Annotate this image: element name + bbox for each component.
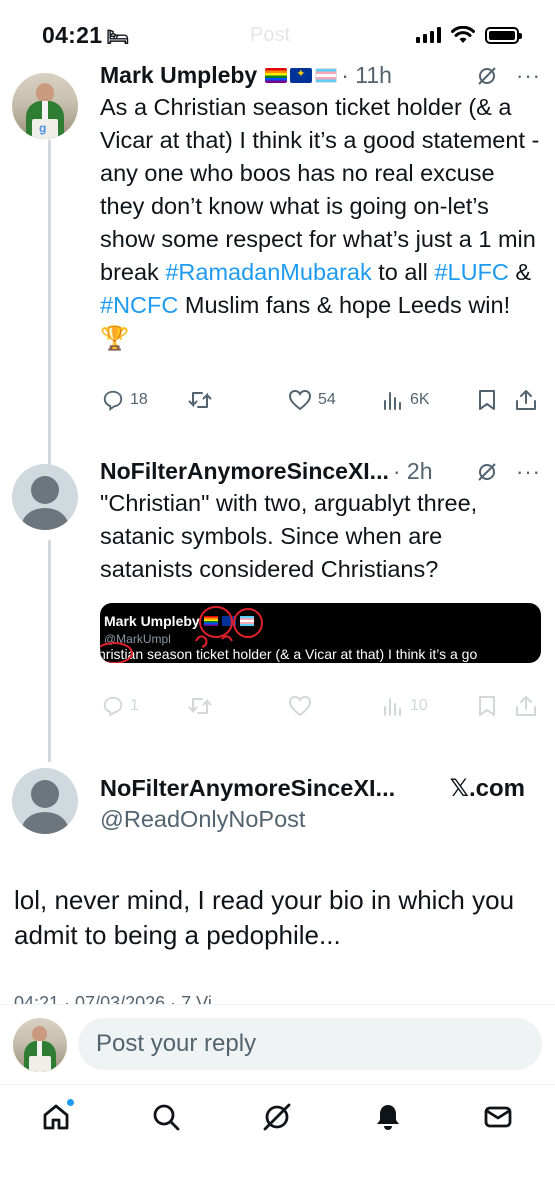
views-button[interactable]: 10	[382, 695, 428, 717]
heart-icon	[288, 695, 312, 717]
battery-icon	[485, 26, 522, 44]
repost-icon	[188, 392, 212, 408]
bookmark-button[interactable]	[476, 389, 498, 411]
hashtag-link[interactable]: #NCFC	[100, 292, 178, 318]
more-options-icon[interactable]: ···	[516, 460, 541, 483]
new-content-dot	[67, 1099, 74, 1106]
tab-grok[interactable]	[255, 1099, 299, 1135]
main-post-text: lol, never mind, I read your bio in whic…	[14, 885, 515, 950]
author-name[interactable]: Mark Umpleby	[100, 62, 257, 89]
author-name[interactable]: NoFilterAnymoreSinceXI...	[100, 775, 395, 802]
like-button[interactable]: 54	[288, 389, 336, 411]
transgender-flag-icon	[315, 68, 338, 83]
flag-emojis	[265, 67, 338, 83]
hashtag-link[interactable]: #LUFC	[434, 259, 508, 285]
share-button[interactable]	[514, 389, 538, 411]
post-text-segment: &	[508, 259, 532, 285]
repost-button[interactable]	[188, 389, 212, 411]
wifi-icon	[451, 26, 475, 43]
like-button[interactable]	[288, 695, 312, 717]
rainbow-flag-icon	[265, 68, 288, 83]
status-icons	[416, 26, 522, 44]
views-button[interactable]: 6K	[382, 389, 430, 411]
avatar[interactable]	[13, 1018, 67, 1072]
reply-button[interactable]: 1	[102, 695, 139, 717]
post-time[interactable]: · 2h	[393, 458, 433, 485]
post-timestamp: 04:21 · 07/03/2026 · 7 Vi	[14, 994, 212, 1004]
bookmark-icon	[479, 390, 495, 410]
views-icon	[384, 698, 401, 716]
post-time[interactable]: · 11h	[341, 62, 392, 89]
repost-icon	[188, 698, 212, 714]
tab-notifications[interactable]	[366, 1099, 410, 1135]
attached-screenshot-image[interactable]: Mark Umpleby @MarkUmpl hristian season t…	[100, 603, 541, 663]
x-com-watermark: 𝕏.com	[449, 775, 525, 802]
tab-messages[interactable]	[476, 1099, 520, 1135]
thread-post[interactable]: Mark Umpleby · 11h ··· As a Christian se…	[100, 62, 541, 355]
grok-icon[interactable]	[476, 461, 498, 483]
thread-connector	[48, 140, 51, 465]
reply-icon	[103, 696, 123, 717]
avatar[interactable]: g	[12, 73, 78, 139]
grok-icon[interactable]	[476, 65, 498, 87]
heart-icon	[288, 389, 312, 411]
post-text-segment: to all	[371, 259, 435, 285]
bookmark-button[interactable]	[476, 695, 498, 717]
post-text: "Christian" with two, arguablyt three, s…	[100, 490, 478, 582]
views-count: 10	[410, 697, 428, 714]
reply-bar	[0, 1004, 555, 1084]
reply-icon	[103, 390, 123, 411]
main-post-header: NoFilterAnymoreSinceXI... 𝕏.com	[100, 774, 541, 803]
messages-icon	[484, 1106, 512, 1128]
reply-count: 18	[130, 391, 148, 408]
share-button[interactable]	[514, 695, 538, 717]
status-bar: 04:21 🛏 Post	[0, 0, 555, 62]
faded-page-title: Post	[250, 24, 291, 46]
eu-flag-icon	[290, 67, 313, 83]
reply-input[interactable]	[78, 1018, 542, 1070]
post-text: As a Christian season ticket holder (& a…	[100, 91, 541, 355]
tab-search[interactable]	[144, 1099, 188, 1135]
thread-post[interactable]: NoFilterAnymoreSinceXI... · 2h ··· "Chri…	[100, 458, 541, 586]
search-icon	[153, 1104, 180, 1131]
bookmark-icon	[479, 696, 495, 716]
hashtag-link[interactable]: #RamadanMubarak	[165, 259, 371, 285]
share-icon	[516, 390, 536, 410]
thread-connector	[48, 540, 51, 762]
like-count: 54	[318, 391, 336, 408]
notifications-bell-icon	[377, 1105, 399, 1130]
repost-button[interactable]	[188, 695, 212, 717]
status-time: 04:21 🛏	[42, 22, 129, 49]
cellular-signal-icon	[416, 27, 441, 43]
share-icon	[516, 696, 536, 716]
author-name[interactable]: NoFilterAnymoreSinceXI...	[100, 458, 389, 485]
post-text-segment: As a Christian season ticket holder (& a…	[100, 94, 540, 285]
more-options-icon[interactable]: ···	[516, 64, 541, 87]
home-icon	[43, 1104, 69, 1130]
bed-icon: 🛏	[106, 27, 130, 47]
reply-button[interactable]: 18	[102, 389, 148, 411]
avatar[interactable]	[12, 768, 78, 834]
avatar[interactable]	[12, 464, 78, 530]
grok-icon	[263, 1103, 291, 1131]
reply-count: 1	[130, 697, 139, 714]
post-header: Mark Umpleby · 11h ···	[100, 62, 541, 89]
views-icon	[384, 392, 401, 410]
bottom-tab-bar	[0, 1084, 555, 1200]
clock-text: 04:21	[42, 22, 103, 48]
author-handle[interactable]: @ReadOnlyNoPost	[100, 806, 305, 833]
views-count: 6K	[410, 391, 430, 408]
post-header: NoFilterAnymoreSinceXI... · 2h ···	[100, 458, 541, 485]
tab-home[interactable]	[34, 1099, 78, 1135]
red-circle-annotations	[100, 606, 263, 663]
